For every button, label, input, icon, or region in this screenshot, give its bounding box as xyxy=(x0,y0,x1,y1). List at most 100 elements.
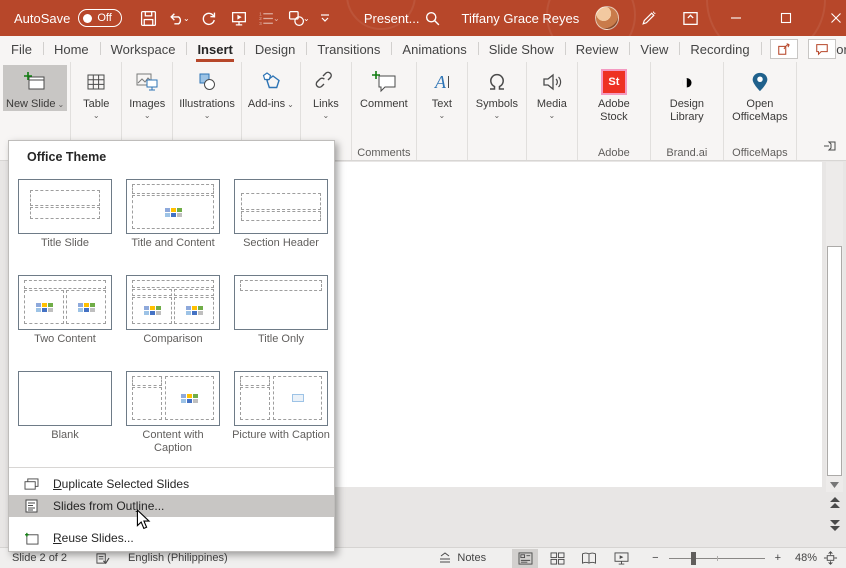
tab-transitions[interactable]: Transitions xyxy=(306,36,391,62)
comments-button[interactable] xyxy=(808,39,836,59)
menu-item-duplicate-selected-slides[interactable]: Duplicate Selected Slides xyxy=(9,473,334,495)
comment-icon xyxy=(815,42,829,56)
text-button[interactable]: A Text ⌄ xyxy=(420,65,464,120)
reading-view-icon xyxy=(581,552,597,565)
layout-blank[interactable]: Blank xyxy=(15,371,115,442)
add-ins-icon xyxy=(260,69,282,95)
tab-animations[interactable]: Animations xyxy=(391,36,477,62)
autosave-toggle[interactable]: Off xyxy=(78,9,121,27)
group-comments: Comment Comments xyxy=(352,62,417,160)
redo-button[interactable] xyxy=(196,5,222,31)
minimize-button[interactable] xyxy=(719,0,753,36)
illustrations-icon xyxy=(196,69,218,95)
user-name[interactable]: Tiffany Grace Reyes xyxy=(462,11,580,26)
slide-sorter-view-button[interactable] xyxy=(544,549,570,568)
zoom-slider-thumb[interactable] xyxy=(691,552,696,565)
chevron-down-icon: ⌄ xyxy=(287,100,294,109)
links-icon xyxy=(315,69,337,95)
omega-icon xyxy=(486,69,508,95)
layout-picture-with-caption[interactable]: Picture with Caption xyxy=(231,371,331,442)
slideshow-icon xyxy=(230,10,248,27)
scroll-down-button[interactable] xyxy=(827,478,842,492)
svg-text:A: A xyxy=(434,72,447,92)
design-library-icon: ◑ xyxy=(680,69,693,95)
zoom-slider[interactable] xyxy=(669,558,765,559)
close-button[interactable] xyxy=(819,0,846,36)
next-slide-button[interactable] xyxy=(828,517,842,533)
language-indicator[interactable]: English (Philippines) xyxy=(128,552,228,564)
adobe-stock-button[interactable]: St Adobe Stock xyxy=(581,65,647,124)
menu-separator xyxy=(9,467,334,468)
pin-ribbon-button[interactable] xyxy=(824,139,838,157)
table-button[interactable]: Table ⌄ xyxy=(74,65,118,120)
editing-pen-button[interactable] xyxy=(635,5,661,31)
slideshow-view-icon xyxy=(614,552,629,565)
layout-two-content[interactable]: Two Content xyxy=(15,275,115,346)
slideshow-view-button[interactable] xyxy=(608,549,634,568)
media-button[interactable]: Media ⌄ xyxy=(530,65,574,120)
vertical-scrollbar-thumb[interactable] xyxy=(827,246,842,476)
window-title: Present... xyxy=(364,11,420,26)
layout-content-with-caption[interactable]: Content with Caption xyxy=(123,371,223,455)
new-slide-button[interactable]: New Slide⌄ xyxy=(3,65,67,111)
group-label-comments: Comments xyxy=(352,147,416,159)
spell-check-button[interactable] xyxy=(95,552,110,565)
share-icon xyxy=(777,42,791,56)
share-button[interactable] xyxy=(770,39,798,59)
reading-view-button[interactable] xyxy=(576,549,602,568)
dropdown-header: Office Theme xyxy=(27,150,106,164)
tab-review[interactable]: Review xyxy=(565,36,630,62)
illustrations-button[interactable]: Illustrations ⌄ xyxy=(176,65,238,120)
layout-thumbnail xyxy=(18,371,112,426)
tab-workspace[interactable]: Workspace xyxy=(100,36,187,62)
layout-title-and-content[interactable]: Title and Content xyxy=(123,179,223,250)
zoom-in-button[interactable]: + xyxy=(775,552,781,564)
comment-button[interactable]: Comment xyxy=(355,65,413,111)
design-library-button[interactable]: ◑ Design Library xyxy=(654,65,720,124)
symbols-button[interactable]: Symbols ⌄ xyxy=(471,65,523,120)
media-label: Media xyxy=(537,98,567,111)
menu-item-slides-from-outline[interactable]: Slides from Outline... xyxy=(9,495,334,517)
add-ins-label: Add-ins⌄ xyxy=(248,98,294,111)
fit-to-window-button[interactable] xyxy=(823,551,838,565)
maximize-button[interactable] xyxy=(769,0,803,36)
tab-view[interactable]: View xyxy=(629,36,679,62)
tab-file[interactable]: File xyxy=(0,36,43,62)
chevron-down-icon: ⌄ xyxy=(439,112,446,120)
avatar[interactable] xyxy=(595,6,619,30)
layout-title-only[interactable]: Title Only xyxy=(231,275,331,346)
previous-slide-button[interactable] xyxy=(828,495,842,511)
tab-design[interactable]: Design xyxy=(244,36,306,62)
title-bar: AutoSave Off ⌄ 123 ⌄ ⌄ Present... xyxy=(0,0,846,36)
pin-icon xyxy=(824,140,838,152)
customize-toolbar-button[interactable] xyxy=(316,5,334,31)
shapes-button[interactable]: ⌄ xyxy=(286,5,312,31)
save-button[interactable] xyxy=(136,5,162,31)
tab-recording[interactable]: Recording xyxy=(679,36,760,62)
open-officemaps-label: Open OfficeMaps xyxy=(730,98,790,124)
tab-slide-show[interactable]: Slide Show xyxy=(478,36,565,62)
normal-view-button[interactable] xyxy=(512,549,538,568)
tab-insert[interactable]: Insert xyxy=(186,36,243,62)
zoom-level[interactable]: 48% xyxy=(787,552,817,564)
ribbon-display-options-button[interactable] xyxy=(677,5,703,31)
zoom-out-button[interactable]: − xyxy=(652,552,658,564)
add-ins-button[interactable]: Add-ins⌄ xyxy=(245,65,297,111)
layout-title-slide[interactable]: Title Slide xyxy=(15,179,115,250)
statusbar-left: Slide 2 of 2 English (Philippines) xyxy=(12,552,228,565)
new-slide-icon xyxy=(23,69,47,95)
layout-comparison[interactable]: Comparison xyxy=(123,275,223,346)
chevron-down-icon: ⌄ xyxy=(323,112,330,120)
links-button[interactable]: Links ⌄ xyxy=(304,65,348,120)
search-button[interactable] xyxy=(420,5,446,31)
undo-button[interactable]: ⌄ xyxy=(166,5,192,31)
menu-item-reuse-slides[interactable]: Reuse Slides... xyxy=(9,527,334,549)
open-officemaps-button[interactable]: Open OfficeMaps xyxy=(727,65,793,124)
layout-section-header[interactable]: Section Header xyxy=(231,179,331,250)
notes-button[interactable]: Notes xyxy=(438,552,486,564)
start-slideshow-button[interactable] xyxy=(226,5,252,31)
slide-canvas[interactable] xyxy=(300,162,822,487)
images-button[interactable]: Images ⌄ xyxy=(125,65,169,120)
slide-indicator[interactable]: Slide 2 of 2 xyxy=(12,552,67,564)
tab-home[interactable]: Home xyxy=(43,36,100,62)
